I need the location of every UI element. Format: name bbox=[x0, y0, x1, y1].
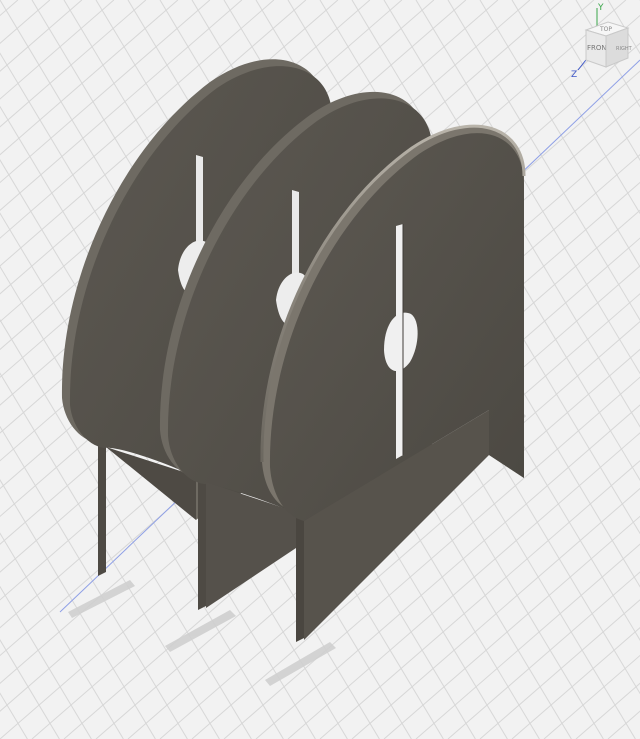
viewcube[interactable]: Y Z TOP FRONT RIGHT bbox=[566, 0, 640, 84]
model-scene[interactable] bbox=[0, 0, 640, 739]
svg-text:RIGHT: RIGHT bbox=[616, 46, 633, 52]
svg-text:TOP: TOP bbox=[599, 26, 612, 33]
grid-line bbox=[607, 710, 640, 739]
axis-y-label: Y bbox=[597, 3, 604, 13]
grid-line bbox=[543, 0, 640, 161]
grid-line bbox=[543, 654, 640, 739]
canvas-viewport[interactable]: Y Z TOP FRONT RIGHT bbox=[0, 0, 640, 739]
grid-line bbox=[0, 692, 28, 739]
grid-line bbox=[607, 0, 640, 55]
axis-z-label: Z bbox=[571, 70, 577, 80]
